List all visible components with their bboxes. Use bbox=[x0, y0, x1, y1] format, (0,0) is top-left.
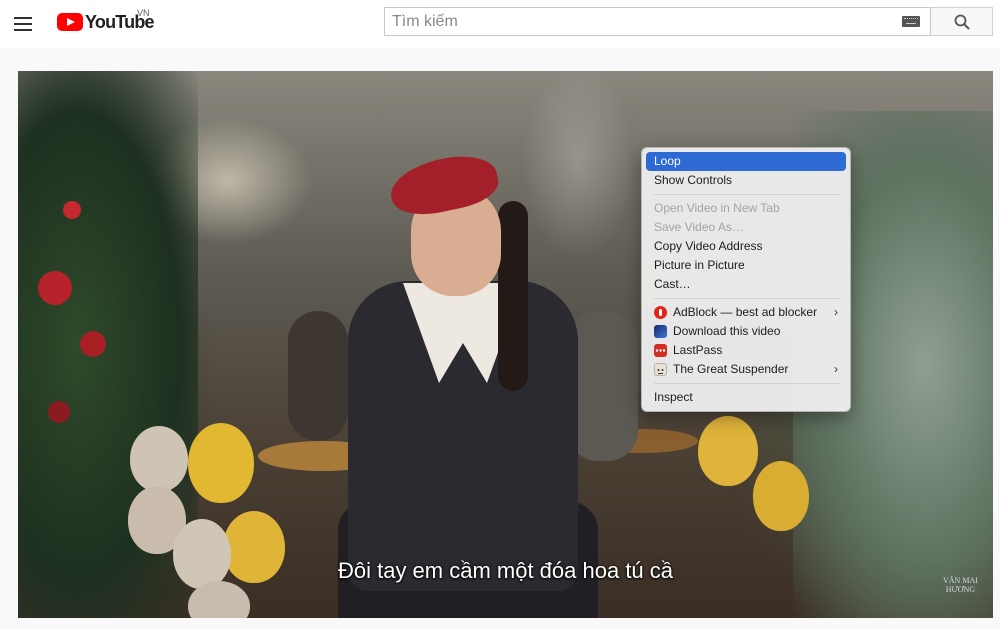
masthead: YouTube VN bbox=[0, 0, 1000, 48]
menu-item-label: Picture in Picture bbox=[654, 258, 745, 272]
menu-item-show-controls[interactable]: Show Controls bbox=[646, 171, 846, 190]
ornament bbox=[48, 401, 70, 423]
singer-braid bbox=[498, 201, 528, 391]
balloon bbox=[130, 426, 188, 492]
menu-item-copy-video-address[interactable]: Copy Video Address bbox=[646, 237, 846, 256]
video-subtitle: Đôi tay em cầm một đóa hoa tú cầ bbox=[337, 558, 674, 583]
background-person bbox=[288, 311, 348, 441]
logo-country-code: VN bbox=[137, 8, 150, 18]
menu-item-label: Inspect bbox=[654, 390, 693, 404]
balloon bbox=[698, 416, 758, 486]
menu-item-label: Download this video bbox=[673, 324, 781, 338]
search-box bbox=[384, 7, 931, 36]
watermark-line-2: HƯƠNG bbox=[945, 585, 976, 594]
menu-item-label: Copy Video Address bbox=[654, 239, 763, 253]
menu-item-picture-in-picture[interactable]: Picture in Picture bbox=[646, 256, 846, 275]
menu-item-lastpass[interactable]: LastPass bbox=[646, 341, 846, 360]
menu-item-inspect[interactable]: Inspect bbox=[646, 388, 846, 407]
ornament bbox=[80, 331, 106, 357]
menu-item-label: LastPass bbox=[673, 343, 723, 357]
search-input[interactable] bbox=[385, 8, 885, 35]
adblock-icon bbox=[654, 306, 667, 319]
video-context-menu: Loop Show Controls Open Video in New Tab… bbox=[641, 147, 851, 412]
menu-item-label: The Great Suspender bbox=[673, 362, 789, 376]
channel-watermark: VĂN MAI HƯƠNG bbox=[943, 576, 978, 594]
menu-separator bbox=[654, 383, 840, 384]
menu-item-loop[interactable]: Loop bbox=[646, 152, 846, 171]
menu-item-label: Open Video in New Tab bbox=[654, 201, 780, 215]
menu-icon[interactable] bbox=[12, 12, 36, 36]
ornament bbox=[63, 201, 81, 219]
menu-item-save-video-as: Save Video As… bbox=[646, 218, 846, 237]
menu-item-open-video-new-tab: Open Video in New Tab bbox=[646, 199, 846, 218]
menu-item-great-suspender[interactable]: The Great Suspender › bbox=[646, 360, 846, 379]
menu-item-download-video[interactable]: Download this video bbox=[646, 322, 846, 341]
search-icon bbox=[954, 14, 970, 30]
watermark-line-1: VĂN MAI bbox=[943, 576, 978, 585]
submenu-chevron-icon: › bbox=[834, 362, 838, 376]
menu-item-label: AdBlock — best ad blocker bbox=[673, 305, 818, 319]
menu-item-label: Cast… bbox=[654, 277, 691, 291]
download-video-icon bbox=[654, 325, 667, 338]
balloon bbox=[188, 581, 250, 618]
menu-item-adblock[interactable]: AdBlock — best ad blocker › bbox=[646, 303, 846, 322]
youtube-play-icon bbox=[57, 13, 83, 31]
search-button[interactable] bbox=[931, 7, 993, 36]
youtube-logo[interactable]: YouTube VN bbox=[57, 8, 155, 34]
menu-item-cast[interactable]: Cast… bbox=[646, 275, 846, 294]
background-person bbox=[568, 311, 638, 461]
balloon bbox=[753, 461, 809, 531]
menu-item-label: Show Controls bbox=[654, 173, 733, 187]
menu-item-label: Loop bbox=[654, 154, 681, 168]
keyboard-icon[interactable] bbox=[902, 16, 920, 27]
menu-item-label: Save Video As… bbox=[654, 220, 744, 234]
ornament bbox=[38, 271, 72, 305]
great-suspender-icon bbox=[654, 363, 667, 376]
menu-separator bbox=[654, 298, 840, 299]
lastpass-icon bbox=[654, 344, 667, 357]
balloon bbox=[188, 423, 254, 503]
menu-separator bbox=[654, 194, 840, 195]
submenu-chevron-icon: › bbox=[834, 305, 838, 319]
